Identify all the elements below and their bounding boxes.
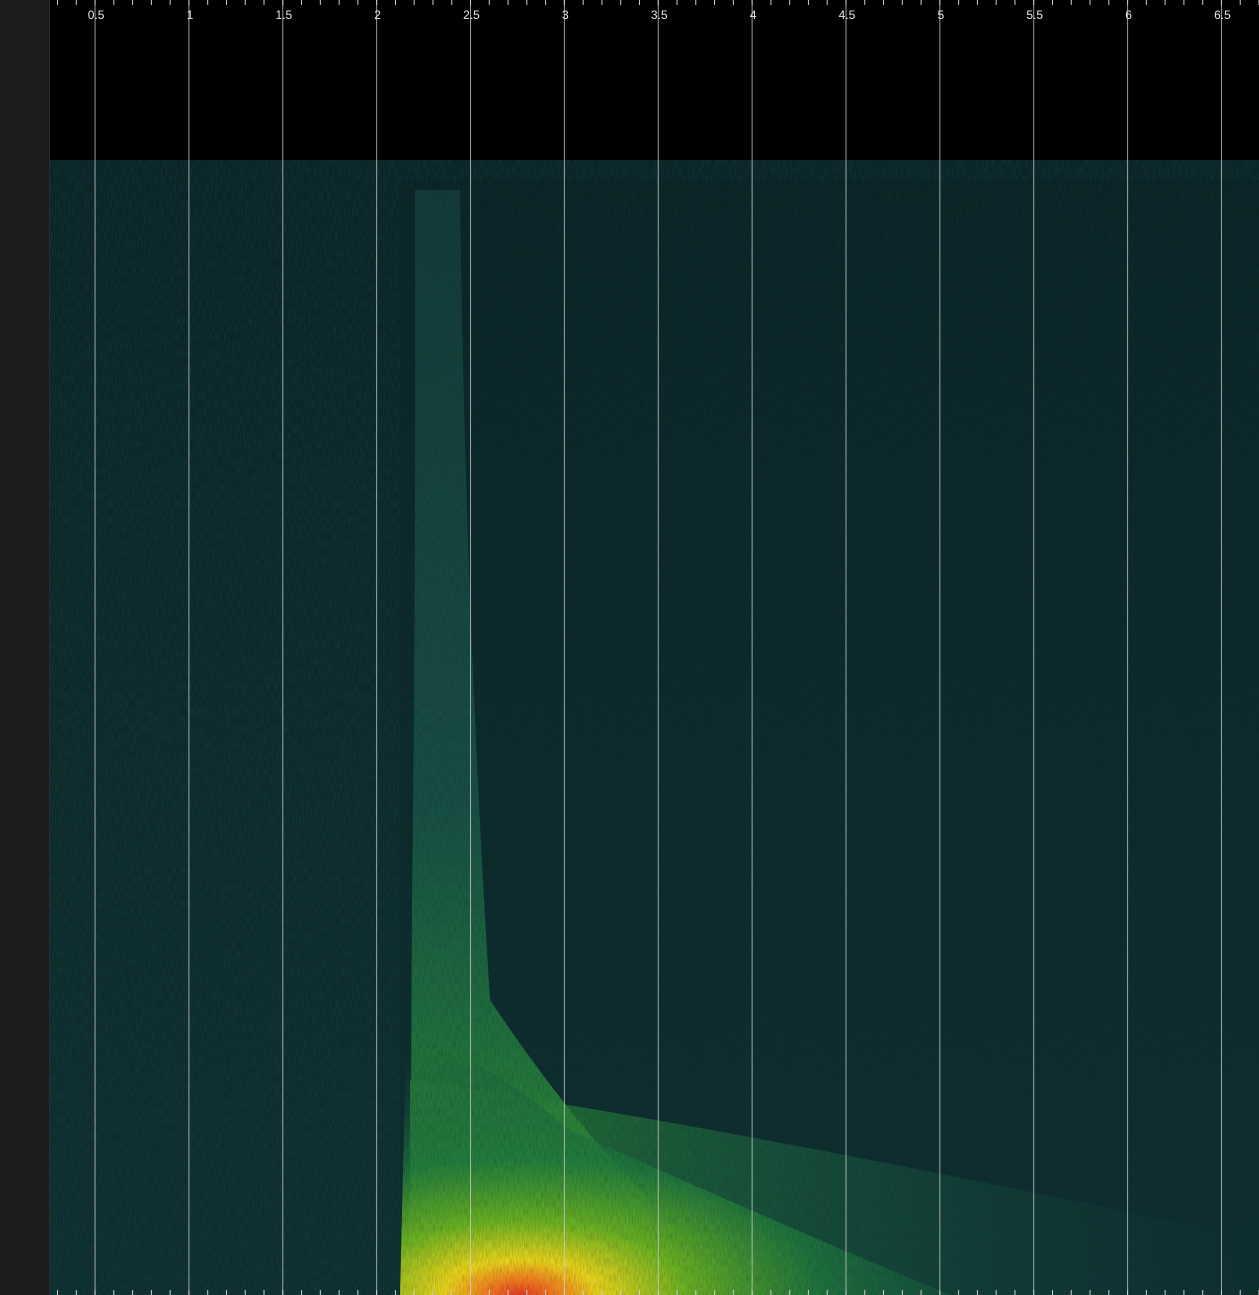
x-tick-label: 2.5: [463, 8, 480, 22]
x-tick-label: 6.5: [1214, 8, 1231, 22]
x-tick-label: 3.5: [651, 8, 668, 22]
spectrogram-view[interactable]: 0.5 1 1.5 2 2.5 3 3.5 4 4.5 5 5.5 6 6.5: [50, 0, 1259, 1295]
x-tick-label: 3: [562, 8, 569, 22]
x-tick-label: 1.5: [275, 8, 292, 22]
spectrogram-plot[interactable]: 0.5 1 1.5 2 2.5 3 3.5 4 4.5 5 5.5 6 6.5: [50, 0, 1259, 1295]
x-tick-label: 6: [1125, 8, 1132, 22]
x-tick-label: 4.5: [839, 8, 856, 22]
x-tick-label: 4: [750, 8, 757, 22]
x-tick-label: 2: [374, 8, 381, 22]
x-tick-label: 5.5: [1026, 8, 1043, 22]
x-tick-label: 5: [938, 8, 945, 22]
band-texture: [400, 180, 1259, 1295]
tick-labels: 0.5 1 1.5 2 2.5 3 3.5 4 4.5 5 5.5 6 6.5: [88, 8, 1231, 22]
left-gutter: [0, 0, 50, 1295]
x-tick-label: 0.5: [88, 8, 105, 22]
x-tick-label: 1: [187, 8, 194, 22]
